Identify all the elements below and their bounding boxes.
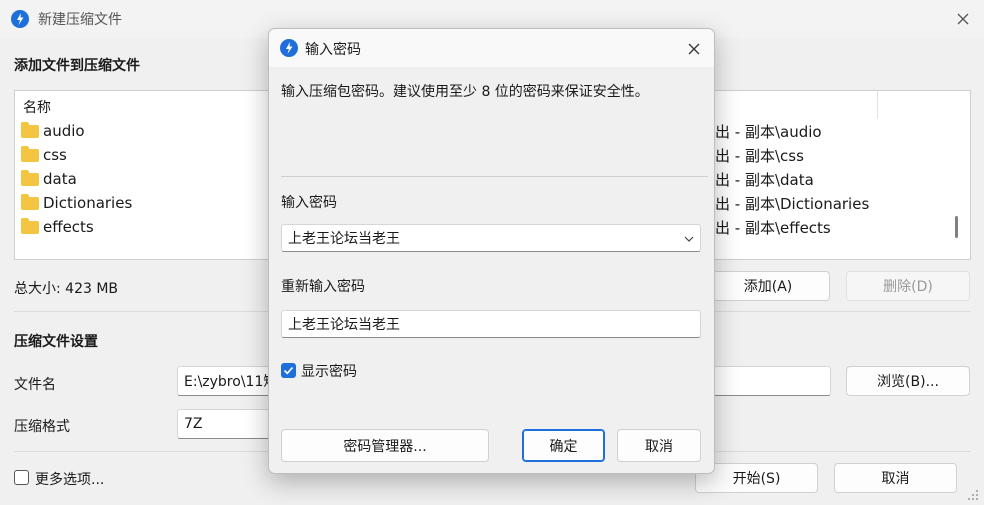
list-scrollbar[interactable] [955,216,958,238]
password-dialog: 输入密码 输入压缩包密码。建议使用至少 8 位的密码来保证安全性。 输入密码 上… [268,28,715,474]
divider [281,176,708,177]
format-label: 压缩格式 [14,419,70,435]
list-item[interactable]: css [21,143,67,167]
list-item[interactable]: Dictionaries [21,191,132,215]
window-title: 新建压缩文件 [38,12,122,28]
column-header-name[interactable]: 名称 [23,97,51,117]
list-item-path: 出 - 副本\css [715,146,804,165]
folder-icon [21,217,39,234]
more-options-checkbox[interactable] [14,470,29,485]
app-logo-icon [11,10,29,28]
list-item-path: 出 - 副本\Dictionaries [715,194,870,213]
checkmark-icon [283,366,294,375]
total-size-label: 总大小: 423 MB [14,281,119,297]
close-icon[interactable] [950,6,976,32]
list-item[interactable]: data [21,167,77,191]
list-item[interactable]: audio [21,119,85,143]
show-password-label[interactable]: 显示密码 [301,361,357,381]
folder-icon [21,169,39,186]
confirm-password-input[interactable]: 上老王论坛当老王 [281,310,701,338]
password-manager-button[interactable]: 密码管理器... [281,429,489,462]
dialog-description: 输入压缩包密码。建议使用至少 8 位的密码来保证安全性。 [281,84,649,100]
folder-icon [21,121,39,138]
password-input[interactable]: 上老王论坛当老王 [281,224,701,252]
app-logo-icon [280,39,298,57]
dialog-close-icon[interactable] [681,36,707,62]
password-label: 输入密码 [281,195,337,211]
show-password-checkbox[interactable] [281,363,296,378]
list-item-path: 出 - 副本\data [715,170,814,189]
password-value: 上老王论坛当老王 [288,231,400,247]
chevron-down-icon[interactable] [684,235,694,243]
column-divider [877,91,878,119]
more-options-label[interactable]: 更多选项... [35,469,104,489]
resize-grip-icon[interactable] [966,488,980,502]
folder-icon [21,193,39,210]
dialog-titlebar[interactable]: 输入密码 [269,29,714,67]
add-button[interactable]: 添加(A) [706,271,830,301]
list-item-path: 出 - 副本\audio [715,122,822,141]
browse-button[interactable]: 浏览(B)... [846,366,970,396]
add-files-section-title: 添加文件到压缩文件 [14,58,140,74]
dialog-cancel-button[interactable]: 取消 [617,429,701,462]
delete-button[interactable]: 删除(D) [846,271,970,301]
settings-section-title: 压缩文件设置 [14,334,98,350]
folder-icon [21,145,39,162]
confirm-password-label: 重新输入密码 [281,279,365,295]
filename-label: 文件名 [14,377,56,393]
dialog-title: 输入密码 [305,42,361,58]
list-item-path: 出 - 副本\effects [715,218,831,237]
list-item[interactable]: effects [21,215,94,239]
cancel-button[interactable]: 取消 [834,463,957,493]
ok-button[interactable]: 确定 [522,429,605,462]
